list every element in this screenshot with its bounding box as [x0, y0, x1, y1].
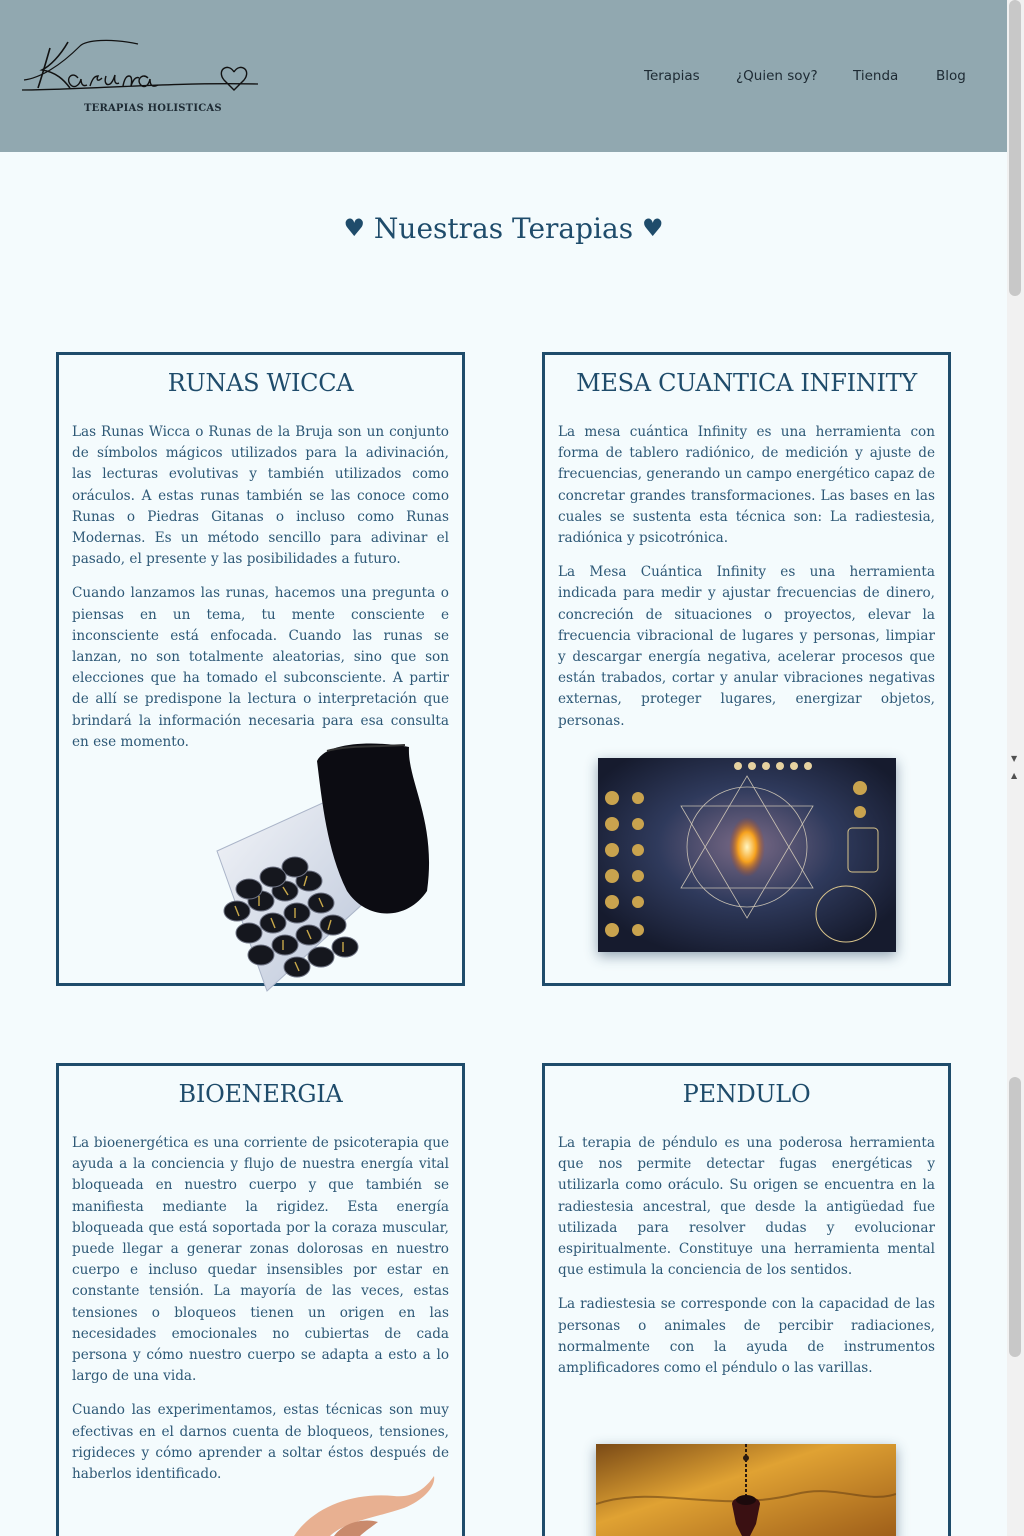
nav-quien-soy[interactable]: ¿Quien soy? [736, 68, 818, 84]
card-paragraph: La bioenergética es una corriente de psi… [72, 1135, 449, 1385]
page-scrollbar[interactable]: ▼ ▲ [1007, 0, 1024, 1536]
heart-icon: ♥ [641, 214, 664, 242]
card-runas-wicca: RUNAS WICCA Las Runas Wicca o Runas de l… [56, 352, 465, 992]
site-header: TERAPIAS HOLISTICAS Terapias ¿Quien soy?… [0, 0, 1007, 152]
scroll-down-arrow-icon[interactable]: ▼ [1011, 754, 1017, 763]
scrollbar-thumb-lower[interactable] [1009, 1077, 1021, 1357]
pendulum-image [595, 1444, 897, 1536]
card-title: BIOENERGIA [178, 1080, 343, 1108]
logo-subtitle: TERAPIAS HOLISTICAS [84, 103, 222, 114]
card-title: MESA CUANTICA INFINITY [576, 369, 917, 397]
card-paragraph: La Mesa Cuántica Infinity es una herrami… [558, 564, 935, 729]
section-title-text: Nuestras Terapias [373, 212, 634, 245]
quantum-table-image [598, 758, 896, 952]
card-bioenergia: BIOENERGIA La bioenergética es una corri… [56, 1063, 465, 1536]
card-paragraph: Cuando lanzamos las runas, hacemos una p… [72, 585, 449, 750]
card-pendulo: PENDULO La terapia de péndulo es una pod… [542, 1063, 951, 1536]
card-title: RUNAS WICCA [167, 369, 354, 397]
main-nav: Terapias ¿Quien soy? Tienda Blog [0, 68, 1007, 88]
runes-image [177, 741, 439, 1003]
bioenergy-image [274, 1466, 444, 1536]
nav-blog[interactable]: Blog [936, 68, 966, 84]
card-paragraph: La mesa cuántica Infinity es una herrami… [558, 424, 935, 547]
card-paragraph: La terapia de péndulo es una poderosa he… [558, 1135, 935, 1279]
card-title: PENDULO [682, 1080, 811, 1108]
scroll-up-arrow-icon[interactable]: ▲ [1011, 771, 1017, 780]
nav-terapias[interactable]: Terapias [644, 68, 700, 84]
card-mesa-cuantica-infinity: MESA CUANTICA INFINITY La mesa cuántica … [542, 352, 951, 986]
scrollbar-thumb-upper[interactable] [1009, 0, 1021, 296]
card-paragraph: La radiestesia se corresponde con la cap… [558, 1296, 935, 1377]
nav-tienda[interactable]: Tienda [853, 68, 898, 84]
card-paragraph: Las Runas Wicca o Runas de la Bruja son … [72, 424, 449, 568]
heart-icon: ♥ [343, 214, 365, 242]
section-title: ♥ Nuestras Terapias ♥ [0, 212, 1007, 245]
